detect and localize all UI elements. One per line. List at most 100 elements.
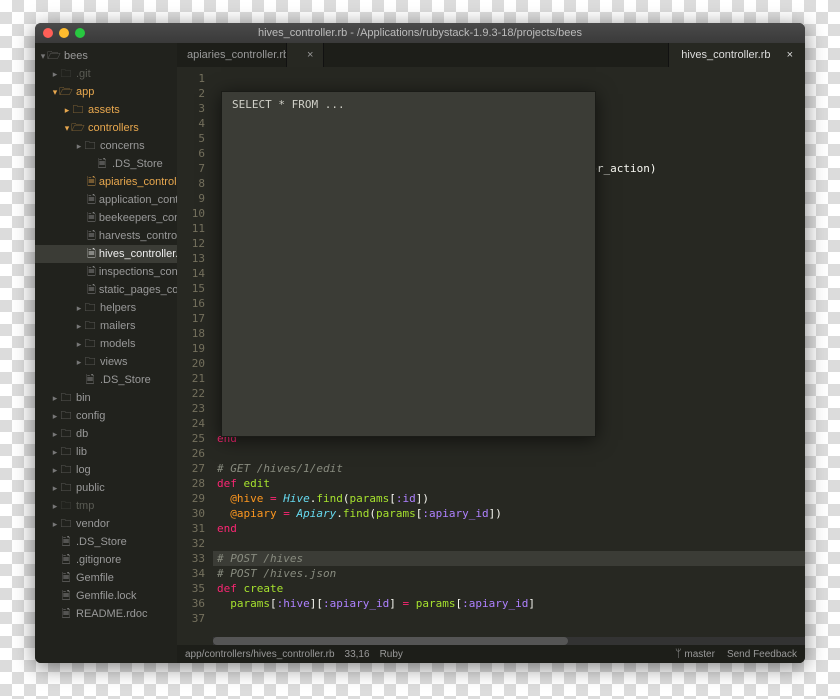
close-icon[interactable]: [43, 28, 53, 38]
titlebar: hives_controller.rb - /Applications/ruby…: [35, 23, 805, 43]
editor-pane: apiaries_controller.rb × hives_controlle…: [177, 43, 805, 663]
scroll-thumb[interactable]: [213, 637, 568, 645]
folder-icon: 🗀: [83, 335, 97, 353]
tree-label: .DS_Store: [100, 374, 151, 386]
status-bar: app/controllers/hives_controller.rb 33,1…: [177, 645, 805, 663]
editor[interactable]: 1234567891011121314151617181920212223242…: [177, 67, 805, 645]
file-item[interactable]: 🗎.DS_Store: [35, 371, 177, 389]
folder-item[interactable]: ▾🗁bees: [35, 47, 177, 65]
branch-icon: ᛘ: [675, 648, 682, 660]
tab-hives-controller[interactable]: hives_controller.rb ×: [668, 43, 805, 67]
close-icon[interactable]: ×: [787, 49, 793, 61]
file-tree[interactable]: ▾🗁bees▸🗀.git▾🗁app▸🗀assets▾🗁controllers▸🗀…: [35, 43, 177, 663]
folder-item[interactable]: ▸🗀.git: [35, 65, 177, 83]
horizontal-scrollbar[interactable]: [213, 637, 805, 645]
tab-label: hives_controller.rb: [681, 49, 770, 61]
folder-icon: 🗀: [59, 389, 73, 407]
folder-item[interactable]: ▸🗀mailers: [35, 317, 177, 335]
tree-label: bin: [76, 392, 91, 404]
tree-label: db: [76, 428, 88, 440]
folder-icon: 🗁: [59, 83, 73, 101]
folder-icon: 🗀: [59, 65, 73, 83]
folder-item[interactable]: ▸🗀log: [35, 461, 177, 479]
folder-item[interactable]: ▾🗁controllers: [35, 119, 177, 137]
tree-label: .DS_Store: [76, 536, 127, 548]
folder-icon: 🗀: [59, 479, 73, 497]
zoom-icon[interactable]: [75, 28, 85, 38]
chevron-right-icon: ▸: [75, 141, 83, 152]
folder-item[interactable]: ▸🗀models: [35, 335, 177, 353]
file-item[interactable]: 🗎.gitignore: [35, 551, 177, 569]
file-item[interactable]: 🗎.DS_Store: [35, 533, 177, 551]
tree-label: hives_controller.rb: [99, 248, 177, 260]
tree-label: mailers: [100, 320, 135, 332]
tree-label: application_controller.rb: [99, 194, 177, 206]
file-icon: 🗎: [87, 209, 96, 227]
chevron-right-icon: ▸: [51, 447, 59, 458]
chevron-down-icon: ▾: [51, 87, 59, 98]
file-icon: 🗎: [59, 533, 73, 551]
command-palette[interactable]: [221, 91, 596, 437]
file-item[interactable]: 🗎application_controller.rb: [35, 191, 177, 209]
chevron-right-icon: ▸: [51, 393, 59, 404]
folder-icon: 🗀: [59, 461, 73, 479]
folder-item[interactable]: ▸🗀db: [35, 425, 177, 443]
folder-icon: 🗀: [83, 317, 97, 335]
folder-item[interactable]: ▸🗀public: [35, 479, 177, 497]
chevron-right-icon: ▸: [75, 321, 83, 332]
send-feedback-link[interactable]: Send Feedback: [727, 649, 797, 660]
chevron-right-icon: ▸: [51, 429, 59, 440]
file-item[interactable]: 🗎hives_controller.rb: [35, 245, 177, 263]
tree-label: apiaries_controller.rb: [99, 176, 177, 188]
folder-item[interactable]: ▸🗀bin: [35, 389, 177, 407]
tree-label: tmp: [76, 500, 94, 512]
command-input[interactable]: [222, 92, 595, 117]
chevron-right-icon: ▸: [75, 303, 83, 314]
folder-item[interactable]: ▾🗁app: [35, 83, 177, 101]
folder-icon: 🗀: [59, 443, 73, 461]
file-item[interactable]: 🗎Gemfile: [35, 569, 177, 587]
close-icon[interactable]: ×: [307, 49, 313, 61]
tree-label: .git: [76, 68, 91, 80]
chevron-right-icon: ▸: [51, 69, 59, 80]
folder-item[interactable]: ▸🗀vendor: [35, 515, 177, 533]
file-item[interactable]: 🗎Gemfile.lock: [35, 587, 177, 605]
folder-item[interactable]: ▸🗀lib: [35, 443, 177, 461]
file-icon: 🗎: [59, 605, 73, 623]
git-branch[interactable]: ᛘ master: [675, 648, 715, 660]
chevron-right-icon: ▸: [75, 339, 83, 350]
tree-label: .gitignore: [76, 554, 121, 566]
file-item[interactable]: 🗎beekeepers_controller.rb: [35, 209, 177, 227]
folder-icon: 🗀: [83, 353, 97, 371]
chevron-right-icon: ▸: [51, 411, 59, 422]
folder-icon: 🗀: [83, 299, 97, 317]
tab-bar: apiaries_controller.rb × hives_controlle…: [177, 43, 805, 67]
folder-icon: 🗀: [71, 101, 85, 119]
status-lang[interactable]: Ruby: [380, 649, 403, 660]
tree-label: concerns: [100, 140, 145, 152]
file-item[interactable]: 🗎inspections_controller.rb: [35, 263, 177, 281]
chevron-right-icon: ▸: [51, 501, 59, 512]
folder-item[interactable]: ▸🗀assets: [35, 101, 177, 119]
folder-item[interactable]: ▸🗀views: [35, 353, 177, 371]
folder-item[interactable]: ▸🗀helpers: [35, 299, 177, 317]
folder-item[interactable]: ▸🗀tmp: [35, 497, 177, 515]
file-icon: 🗎: [59, 551, 73, 569]
file-item[interactable]: 🗎static_pages_controller.rb: [35, 281, 177, 299]
file-icon: 🗎: [87, 245, 96, 263]
tree-label: config: [76, 410, 105, 422]
file-item[interactable]: 🗎apiaries_controller.rb: [35, 173, 177, 191]
file-item[interactable]: 🗎README.rdoc: [35, 605, 177, 623]
tab-active[interactable]: ×: [287, 43, 324, 67]
file-item[interactable]: 🗎.DS_Store: [35, 155, 177, 173]
chevron-right-icon: ▸: [75, 357, 83, 368]
folder-icon: 🗀: [59, 497, 73, 515]
minimize-icon[interactable]: [59, 28, 69, 38]
folder-item[interactable]: ▸🗀config: [35, 407, 177, 425]
folder-item[interactable]: ▸🗀concerns: [35, 137, 177, 155]
chevron-right-icon: ▸: [51, 519, 59, 530]
tab-apiaries[interactable]: apiaries_controller.rb: [177, 43, 287, 67]
file-icon: 🗎: [87, 173, 96, 191]
chevron-right-icon: ▸: [51, 483, 59, 494]
file-item[interactable]: 🗎harvests_controller.rb: [35, 227, 177, 245]
